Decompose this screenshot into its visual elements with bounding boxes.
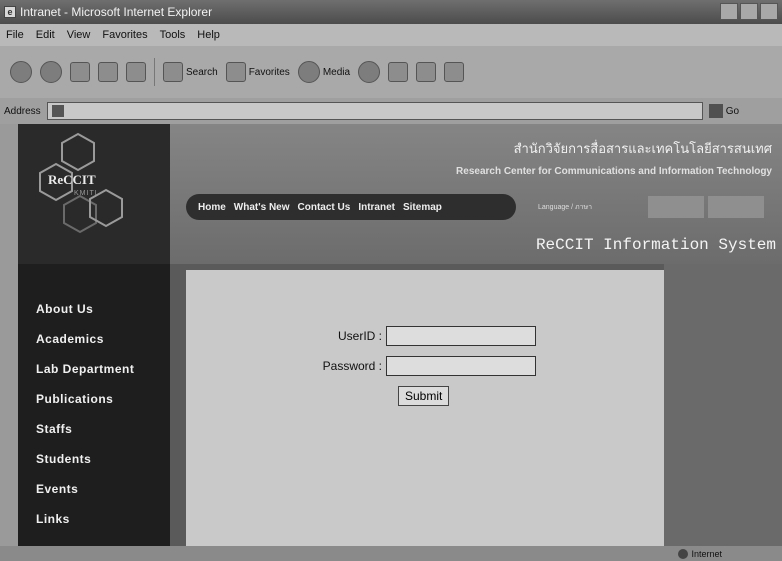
menu-edit[interactable]: Edit	[36, 29, 55, 41]
mail-icon	[388, 62, 409, 82]
minimize-button[interactable]	[720, 3, 738, 20]
media-icon	[297, 61, 320, 83]
page-icon	[51, 105, 64, 117]
close-button[interactable]	[760, 3, 778, 20]
sidebar-item-students[interactable]: Students	[18, 444, 170, 474]
go-label: Go	[725, 105, 740, 117]
internet-zone-icon	[678, 548, 689, 559]
submit-button[interactable]: Submit	[398, 386, 450, 406]
ie-icon: e	[4, 6, 16, 18]
toolbar-separator	[154, 58, 155, 86]
address-input[interactable]	[46, 102, 703, 120]
edit-icon	[444, 62, 465, 82]
sidebar-item-staffs[interactable]: Staffs	[18, 414, 170, 444]
sidebar-item-academics[interactable]: Academics	[18, 324, 170, 354]
userid-label: UserID :	[337, 329, 382, 343]
sidebar-item-lab-department[interactable]: Lab Department	[18, 354, 170, 384]
forward-button[interactable]	[40, 61, 62, 83]
search-button[interactable]: Search	[163, 62, 218, 82]
stop-button[interactable]	[70, 62, 90, 82]
menu-tools[interactable]: Tools	[160, 29, 186, 41]
top-nav: Home What's New Contact Us Intranet Site…	[186, 194, 516, 220]
home-button[interactable]	[126, 62, 146, 82]
userid-row: UserID :	[186, 326, 664, 346]
nav-home[interactable]: Home	[198, 202, 226, 213]
menu-view[interactable]: View	[67, 29, 91, 41]
sidebar-menu: About Us Academics Lab Department Public…	[18, 264, 170, 546]
thai-site-title: สำนักวิจัยการสื่อสารและเทคโนโลยีสารสนเทศ	[513, 141, 772, 156]
site-header: สำนักวิจัยการสื่อสารและเทคโนโลยีสารสนเทศ…	[170, 124, 782, 264]
search-label: Search	[186, 66, 218, 78]
menu-bar: File Edit View Favorites Tools Help	[0, 24, 782, 46]
window-title-bar: e Intranet - Microsoft Internet Explorer	[0, 0, 782, 24]
nav-whats-new[interactable]: What's New	[234, 202, 290, 213]
language-button-thai[interactable]	[648, 196, 704, 218]
forward-icon	[40, 61, 62, 83]
home-icon	[126, 62, 146, 82]
address-bar: Address Go	[0, 98, 782, 124]
password-input[interactable]	[386, 356, 536, 376]
history-icon	[358, 61, 381, 83]
logo-text: ReCCIT	[48, 172, 96, 187]
window-title: Intranet - Microsoft Internet Explorer	[20, 5, 213, 19]
edit-button[interactable]	[444, 62, 465, 82]
nav-contact-us[interactable]: Contact Us	[298, 202, 351, 213]
password-label: Password :	[322, 359, 382, 373]
refresh-icon	[98, 62, 118, 82]
maximize-button[interactable]	[740, 3, 758, 20]
language-button-english[interactable]	[708, 196, 764, 218]
toolbar: Search Favorites Media	[0, 46, 782, 98]
back-button[interactable]	[10, 61, 32, 83]
english-site-title: Research Center for Communications and I…	[456, 166, 772, 177]
print-button[interactable]	[416, 62, 437, 82]
menu-favorites[interactable]: Favorites	[102, 29, 147, 41]
go-icon	[708, 104, 723, 118]
refresh-button[interactable]	[98, 62, 118, 82]
go-button[interactable]: Go	[708, 104, 740, 118]
language-label: Language / ภาษา	[538, 204, 593, 211]
print-icon	[416, 62, 437, 82]
media-button[interactable]: Media	[297, 61, 351, 83]
address-label: Address	[4, 105, 41, 117]
status-zone: Internet	[691, 548, 722, 559]
login-panel: UserID : Password : Submit	[186, 270, 664, 546]
nav-intranet[interactable]: Intranet	[358, 202, 395, 213]
web-page: ReCCIT KMITL สำนักวิจัยการสื่อสารและเทคโ…	[18, 124, 782, 546]
password-row: Password :	[186, 356, 664, 376]
favorites-button[interactable]: Favorites	[225, 62, 290, 82]
sidebar-item-about-us[interactable]: About Us	[18, 294, 170, 324]
menu-file[interactable]: File	[6, 29, 24, 41]
history-button[interactable]	[358, 61, 381, 83]
logo-subtext: KMITL	[74, 190, 100, 197]
favorites-label: Favorites	[248, 66, 290, 78]
back-icon	[10, 61, 32, 83]
logo-area: ReCCIT KMITL	[18, 124, 170, 264]
system-title: ReCCIT Information System	[535, 236, 776, 254]
mail-button[interactable]	[388, 62, 409, 82]
status-bar: Internet	[0, 546, 782, 561]
right-column	[664, 264, 782, 546]
stop-icon	[70, 62, 90, 82]
window-controls	[720, 3, 778, 20]
sidebar-item-links[interactable]: Links	[18, 504, 170, 534]
search-icon	[163, 62, 183, 82]
media-label: Media	[322, 66, 351, 78]
userid-input[interactable]	[386, 326, 536, 346]
star-icon	[225, 62, 246, 82]
menu-help[interactable]: Help	[197, 29, 220, 41]
sidebar-item-events[interactable]: Events	[18, 474, 170, 504]
nav-sitemap[interactable]: Sitemap	[403, 202, 442, 213]
sidebar-item-publications[interactable]: Publications	[18, 384, 170, 414]
